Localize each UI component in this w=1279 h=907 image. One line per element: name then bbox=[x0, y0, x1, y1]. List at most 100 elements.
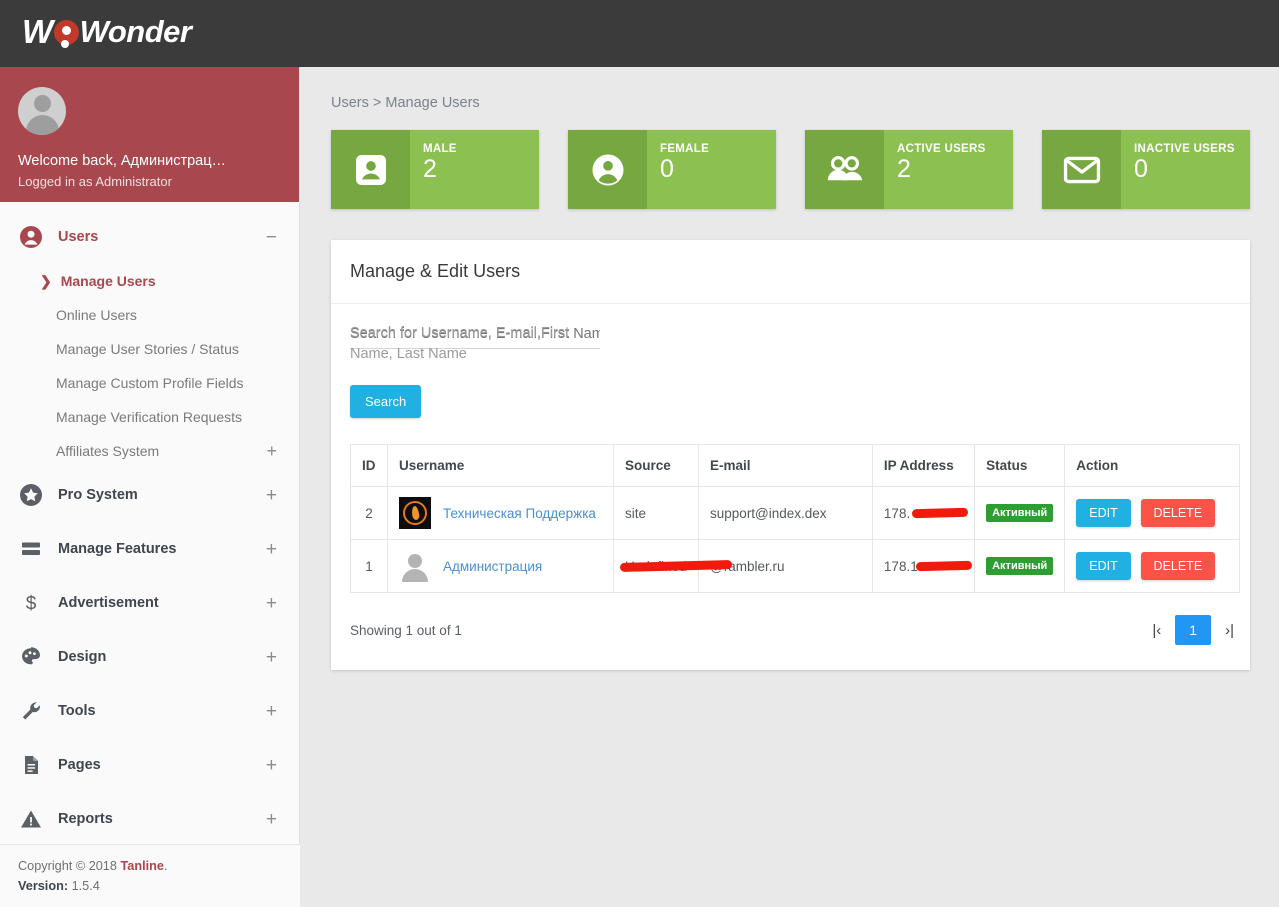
sidebar-subitem-affiliates-system[interactable]: Affiliates System + bbox=[0, 434, 299, 468]
sidebar-item-label: Advertisement bbox=[58, 595, 159, 611]
status-badge: Активный bbox=[986, 504, 1054, 522]
column-header-username: Username bbox=[386, 444, 615, 487]
stat-card-male[interactable]: MALE 2 bbox=[331, 130, 539, 209]
sidebar-item-pages[interactable]: Pages + bbox=[0, 738, 299, 792]
sidebar-subitem-label: Manage Users bbox=[60, 273, 156, 289]
column-header-id: ID bbox=[350, 444, 388, 487]
stat-card-title: FEMALE bbox=[660, 143, 710, 155]
table-row: 1 Администрация Undefined bbox=[350, 539, 1240, 593]
sidebar-item-advertisement[interactable]: $ Advertisement + bbox=[0, 576, 299, 630]
sidebar-item-users[interactable]: Users − bbox=[0, 210, 299, 264]
last-page-button[interactable]: ›| bbox=[1219, 618, 1240, 643]
stat-card-body: ACTIVE USERS 2 bbox=[884, 130, 1013, 209]
column-header-action: Action bbox=[1064, 444, 1240, 487]
logged-in-role: Logged in as Administrator bbox=[18, 174, 172, 189]
search-input[interactable] bbox=[350, 323, 600, 349]
table-footer: Showing 1 out of 1 |‹ 1 ›| bbox=[350, 615, 1240, 651]
stat-card-body: FEMALE 0 bbox=[647, 130, 776, 209]
showing-count: Showing 1 out of 1 bbox=[350, 622, 462, 638]
stat-card-active-users[interactable]: ACTIVE USERS 2 bbox=[805, 130, 1013, 209]
sidebar-subitem-manage-users[interactable]: ❯ Manage Users bbox=[0, 264, 299, 298]
copyright-suffix: . bbox=[163, 859, 168, 873]
stat-card-value: 0 bbox=[660, 155, 674, 183]
expand-toggle-icon[interactable]: + bbox=[266, 442, 277, 460]
redacted-ip: 178.1 bbox=[884, 559, 973, 574]
stat-card-value: 0 bbox=[1134, 155, 1148, 183]
copyright-line: Copyright © 2018 Tanline. bbox=[18, 859, 282, 873]
main-content: Users > Manage Users MALE 2 FEMALE 0 ACT… bbox=[300, 67, 1279, 907]
expand-toggle-icon[interactable]: + bbox=[266, 810, 277, 829]
stat-card-title: MALE bbox=[423, 143, 457, 155]
sidebar-item-pro-system[interactable]: Pro System + bbox=[0, 468, 299, 522]
cell-email: @rambler.ru bbox=[619, 539, 873, 593]
delete-button[interactable]: DELETE bbox=[1140, 499, 1216, 527]
edit-button[interactable]: EDIT bbox=[1076, 552, 1131, 580]
cell-status: Активный bbox=[974, 539, 1066, 593]
expand-toggle-icon[interactable]: + bbox=[266, 486, 277, 505]
first-page-button[interactable]: |‹ bbox=[1146, 618, 1167, 643]
logo-o-mark-icon bbox=[53, 19, 79, 48]
sidebar-subitem-user-stories[interactable]: Manage User Stories / Status bbox=[0, 332, 299, 366]
palette-icon bbox=[18, 644, 44, 670]
users-table: ID Username Source E-mail IP Address Sta… bbox=[350, 444, 1240, 593]
cell-ip-address: 178. bbox=[871, 486, 976, 540]
layers-icon bbox=[18, 536, 44, 562]
sidebar-item-label: Manage Features bbox=[58, 541, 177, 557]
avatar[interactable] bbox=[18, 87, 66, 135]
sidebar-item-manage-features[interactable]: Manage Features + bbox=[0, 522, 299, 576]
sidebar-item-design[interactable]: Design + bbox=[0, 630, 299, 684]
cell-username: Техническая Поддержка bbox=[386, 486, 615, 540]
username-link[interactable]: Техническая Поддержка bbox=[443, 506, 596, 521]
edit-button[interactable]: EDIT bbox=[1076, 499, 1131, 527]
expand-toggle-icon[interactable]: + bbox=[266, 756, 277, 775]
version-value: 1.5.4 bbox=[71, 879, 100, 893]
stat-card-value: 2 bbox=[897, 155, 911, 183]
column-header-email: E-mail bbox=[698, 444, 873, 487]
stat-card-female[interactable]: FEMALE 0 bbox=[568, 130, 776, 209]
top-bar: W Wonder bbox=[0, 0, 1279, 67]
delete-button[interactable]: DELETE bbox=[1140, 552, 1216, 580]
sidebar: Welcome back, Администрац… Logged in as … bbox=[0, 67, 300, 907]
table-row: 2 Техническая Поддержка site support@ind… bbox=[350, 486, 1240, 540]
logo-text-wonder: Wonder bbox=[79, 14, 192, 49]
redacted-ip: 178. bbox=[884, 506, 969, 521]
sidebar-subitem-label: Manage User Stories / Status bbox=[56, 341, 239, 357]
collapse-toggle-icon[interactable]: − bbox=[266, 228, 277, 247]
expand-toggle-icon[interactable]: + bbox=[266, 648, 277, 667]
search-button[interactable]: Search bbox=[350, 385, 422, 418]
default-avatar bbox=[398, 550, 431, 582]
column-header-status: Status bbox=[974, 444, 1066, 487]
version-line: Version: 1.5.4 bbox=[18, 879, 282, 893]
sidebar-item-label: Users bbox=[58, 229, 99, 245]
expand-toggle-icon[interactable]: + bbox=[266, 594, 277, 613]
stat-cards: MALE 2 FEMALE 0 ACTIVE USERS 2 INACTIVE … bbox=[300, 111, 1279, 209]
sidebar-item-label: Pro System bbox=[58, 487, 138, 503]
sidebar-subitem-verification-requests[interactable]: Manage Verification Requests bbox=[0, 400, 299, 434]
welcome-text: Welcome back, Администрац… bbox=[18, 153, 227, 169]
username-link[interactable]: Администрация bbox=[443, 559, 542, 574]
stat-card-inactive-users[interactable]: INACTIVE USERS 0 bbox=[1042, 130, 1250, 209]
sidebar-subitem-label: Online Users bbox=[56, 307, 137, 323]
dollar-icon: $ bbox=[18, 590, 44, 616]
sidebar-subitem-label: Affiliates System bbox=[56, 443, 160, 459]
admin-dashboard: W Wonder Welcome back, Администрац… Logg… bbox=[0, 0, 1279, 907]
sidebar-item-label: Tools bbox=[58, 703, 96, 719]
sidebar-nav: Users − ❯ Manage Users Online Users Mana… bbox=[0, 202, 299, 846]
breadcrumb: Users > Manage Users bbox=[331, 95, 480, 111]
sidebar-subitem-online-users[interactable]: Online Users bbox=[0, 298, 299, 332]
account-box-icon bbox=[331, 130, 410, 209]
star-circle-icon bbox=[18, 482, 44, 508]
sidebar-subitem-label: Manage Custom Profile Fields bbox=[56, 375, 244, 391]
cell-status: Активный bbox=[974, 486, 1066, 540]
page-number-button[interactable]: 1 bbox=[1175, 615, 1212, 645]
expand-toggle-icon[interactable]: + bbox=[266, 540, 277, 559]
sidebar-subitem-custom-profile-fields[interactable]: Manage Custom Profile Fields bbox=[0, 366, 299, 400]
sidebar-item-tools[interactable]: Tools + bbox=[0, 684, 299, 738]
sidebar-item-reports[interactable]: Reports + bbox=[0, 792, 299, 846]
panel-body: Search for Username, E-mail,First Name, … bbox=[331, 304, 1250, 670]
table-header-row: ID Username Source E-mail IP Address Sta… bbox=[350, 444, 1240, 487]
brand-link[interactable]: Tanline bbox=[120, 859, 163, 873]
column-header-ip-address: IP Address bbox=[871, 444, 976, 487]
expand-toggle-icon[interactable]: + bbox=[266, 702, 277, 721]
wowonder-logo[interactable]: W Wonder bbox=[22, 13, 192, 51]
